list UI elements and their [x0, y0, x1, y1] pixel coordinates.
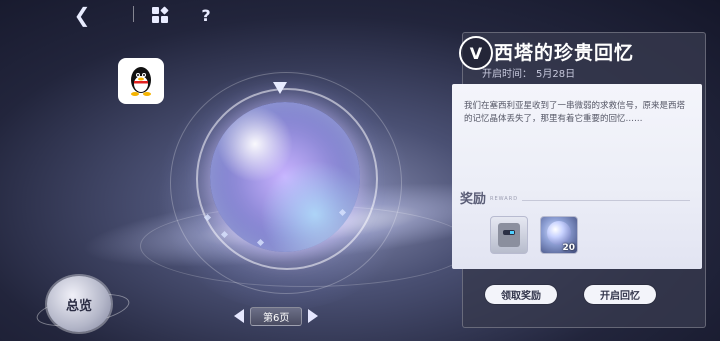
reward-subtitle: REWARD	[490, 196, 519, 202]
start-memory-button[interactable]: 开启回忆	[584, 285, 656, 304]
back-arrow-icon: ❮	[73, 3, 91, 27]
page-navigator: 第6页	[234, 306, 319, 326]
qq-penguin-icon	[131, 67, 151, 96]
prev-page-arrow-icon[interactable]	[234, 309, 244, 323]
event-description-card: 我们在塞西利亚星收到了一串微弱的求救信号，原来是西塔的记忆晶体丢失了，那里有着它…	[452, 84, 702, 269]
qq-share-button[interactable]	[118, 58, 164, 104]
reward-title: 奖励	[460, 192, 487, 207]
overview-button[interactable]: 总览	[47, 276, 111, 332]
event-title: 西塔的珍贵回忆	[494, 42, 635, 64]
reward-item-count: 20	[562, 243, 575, 253]
open-time: 开启时间： 5月28日	[482, 65, 575, 80]
back-button[interactable]: ❮	[70, 3, 94, 27]
reward-divider	[522, 200, 690, 201]
help-button[interactable]: ?	[194, 4, 218, 26]
help-icon: ?	[201, 5, 211, 25]
overview-label: 总览	[65, 298, 92, 314]
grid-menu-icon	[152, 6, 169, 23]
claim-reward-button[interactable]: 领取奖励	[485, 285, 557, 304]
memory-crystal-sphere[interactable]	[210, 102, 360, 252]
event-description: 我们在塞西利亚星收到了一串微弱的求救信号，原来是西塔的记忆晶体丢失了，那里有着它…	[464, 101, 686, 124]
next-page-arrow-icon[interactable]	[308, 309, 319, 323]
page-label: 第6页	[250, 306, 303, 326]
open-time-label: 开启时间：	[482, 69, 532, 80]
selection-pointer-icon	[273, 82, 287, 94]
reward-item-robot[interactable]	[490, 216, 528, 254]
open-time-value: 5月28日	[536, 69, 576, 80]
menu-button[interactable]	[148, 4, 172, 26]
topbar-divider	[133, 6, 134, 22]
robot-avatar-icon	[498, 223, 520, 247]
memory-orb-icon	[547, 221, 571, 245]
reward-item-orb[interactable]: 20	[540, 216, 578, 254]
